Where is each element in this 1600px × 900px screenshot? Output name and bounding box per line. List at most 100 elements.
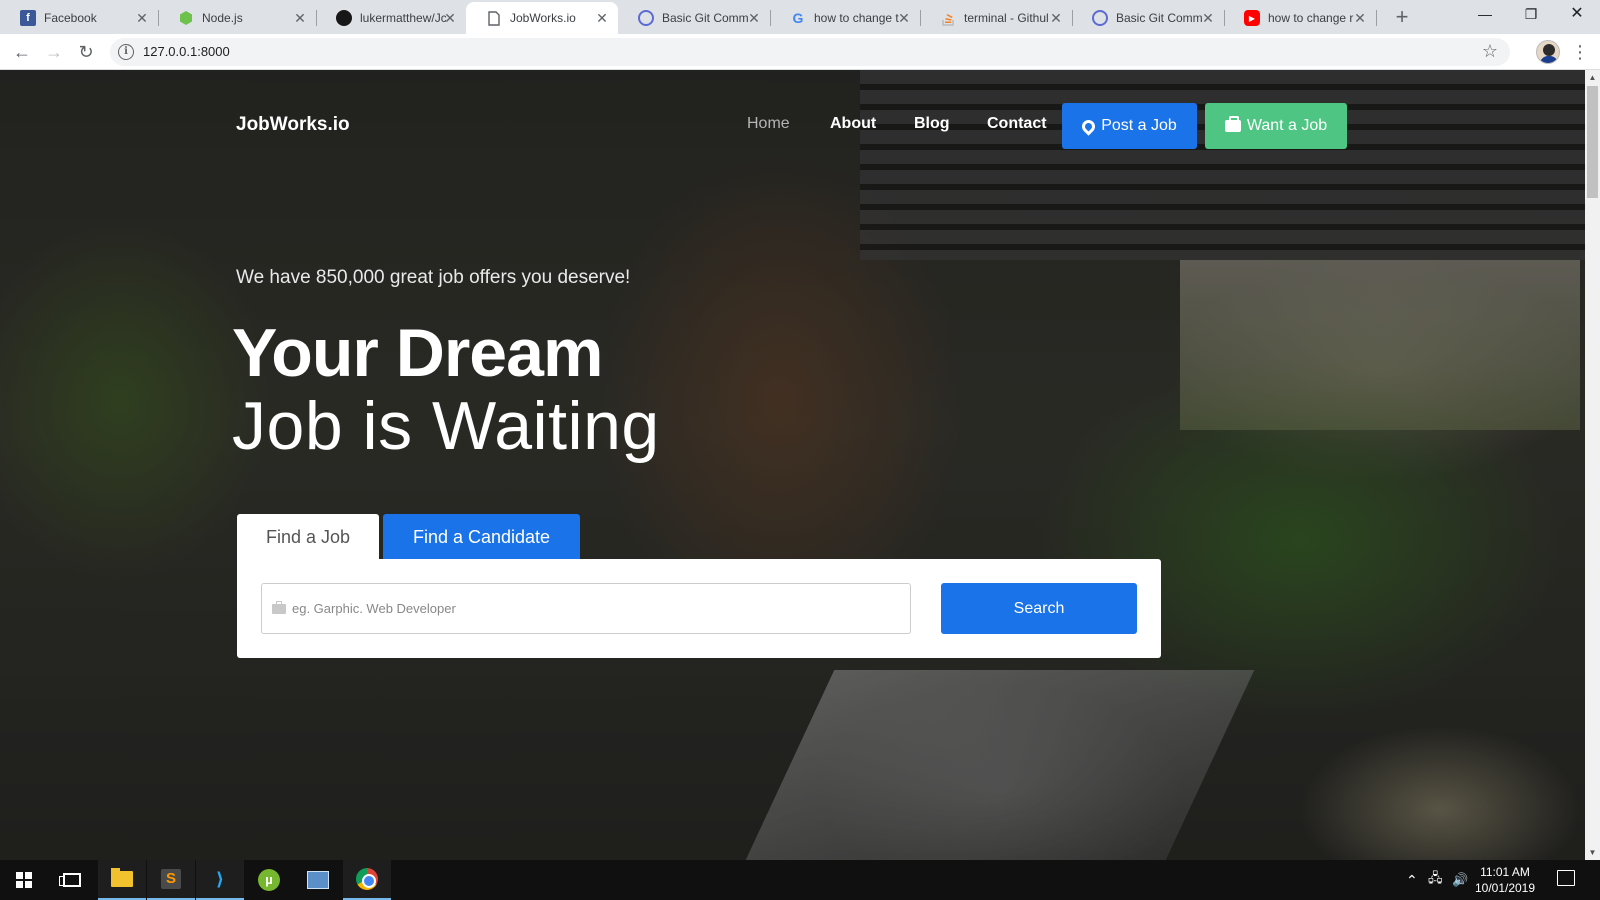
close-tab-icon[interactable]: ✕	[746, 10, 762, 26]
action-center-icon[interactable]	[1557, 870, 1575, 886]
atlassian-icon	[1092, 10, 1108, 26]
job-search-field[interactable]	[261, 583, 911, 634]
tab-title: how to change t	[814, 11, 899, 25]
volume-icon[interactable]: 🔊	[1452, 860, 1468, 900]
close-tab-icon[interactable]: ✕	[1352, 10, 1368, 26]
page-scrollbar[interactable]: ▲ ▼	[1585, 70, 1600, 860]
task-view-icon	[59, 873, 81, 887]
taskbar-remote-desktop[interactable]	[294, 860, 342, 900]
taskbar-chrome[interactable]	[343, 860, 391, 900]
tab-title: Node.js	[202, 11, 243, 25]
tab-find-a-job[interactable]: Find a Job	[237, 514, 379, 560]
tab-find-a-candidate[interactable]: Find a Candidate	[383, 514, 580, 560]
scrollbar-thumb[interactable]	[1587, 86, 1598, 198]
tab-title: JobWorks.io	[510, 11, 576, 25]
profile-avatar[interactable]	[1536, 40, 1560, 64]
nav-link-home[interactable]: Home	[747, 115, 790, 133]
close-tab-icon[interactable]: ✕	[1048, 10, 1064, 26]
clock-date: 10/01/2019	[1474, 881, 1536, 895]
taskbar-file-explorer[interactable]	[98, 860, 146, 900]
nodejs-icon	[178, 10, 194, 26]
vscode-icon: ⟩	[215, 869, 225, 889]
browser-tab-nodejs[interactable]: Node.js ✕	[158, 2, 316, 34]
browser-tab-github[interactable]: lukermatthew/Jc ✕	[316, 2, 466, 34]
taskbar-utorrent[interactable]: µ	[245, 860, 293, 900]
job-search-form: Search	[237, 559, 1161, 658]
search-button[interactable]: Search	[941, 583, 1137, 634]
reload-icon[interactable]: ↻	[72, 38, 100, 66]
want-job-label: Want a Job	[1246, 117, 1328, 134]
nav-link-about[interactable]: About	[830, 115, 876, 133]
job-search-input[interactable]	[292, 601, 882, 616]
close-tab-icon[interactable]: ✕	[134, 10, 150, 26]
browser-menu-icon[interactable]: ⋮	[1570, 38, 1590, 66]
page-icon	[486, 10, 502, 26]
close-tab-icon[interactable]: ✕	[896, 10, 912, 26]
post-job-button[interactable]: Post a Job	[1062, 103, 1197, 149]
tab-title: lukermatthew/Jc	[360, 11, 446, 25]
address-bar[interactable]: i 127.0.0.1:8000 ☆	[110, 38, 1510, 66]
browser-tab-atlassian-2[interactable]: Basic Git Comma ✕	[1072, 2, 1224, 34]
browser-tab-youtube[interactable]: ▶ how to change r ✕	[1224, 2, 1376, 34]
youtube-icon: ▶	[1244, 10, 1260, 26]
github-icon	[336, 10, 352, 26]
briefcase-icon	[272, 600, 286, 614]
bookmark-star-icon[interactable]: ☆	[1482, 41, 1498, 62]
forward-arrow-icon[interactable]: →	[40, 38, 68, 66]
scroll-down-arrow-icon[interactable]: ▼	[1585, 845, 1600, 860]
back-arrow-icon[interactable]: ←	[8, 38, 36, 66]
taskbar-vscode[interactable]: ⟩	[196, 860, 244, 900]
want-job-button[interactable]: Want a Job	[1205, 103, 1347, 149]
browser-tab-stackoverflow[interactable]: terminal - Githul ✕	[920, 2, 1072, 34]
start-button[interactable]	[0, 860, 48, 900]
restore-button[interactable]: ❐	[1508, 0, 1554, 30]
taskbar-sublime-text[interactable]: S	[147, 860, 195, 900]
scroll-up-arrow-icon[interactable]: ▲	[1585, 70, 1600, 85]
atlassian-icon	[638, 10, 654, 26]
chrome-icon	[356, 868, 378, 890]
address-url[interactable]: 127.0.0.1:8000	[143, 44, 230, 59]
info-icon[interactable]: i	[118, 44, 134, 60]
close-tab-icon[interactable]: ✕	[594, 10, 610, 26]
tab-title: how to change r	[1268, 11, 1354, 25]
task-view-button[interactable]	[48, 860, 96, 900]
briefcase-icon	[1224, 116, 1241, 132]
sublime-text-icon: S	[161, 869, 181, 889]
tab-title: terminal - Githul	[964, 11, 1049, 25]
nav-link-blog[interactable]: Blog	[914, 115, 950, 133]
hero-section: JobWorks.io Home About Blog Contact Post…	[0, 70, 1585, 860]
post-job-label: Post a Job	[1101, 117, 1177, 134]
new-tab-button[interactable]: +	[1388, 4, 1416, 32]
nav-link-contact[interactable]: Contact	[987, 115, 1047, 133]
google-icon: G	[792, 10, 804, 26]
minimize-button[interactable]: —	[1462, 0, 1508, 30]
tab-title: Facebook	[44, 11, 97, 25]
close-window-button[interactable]: ✕	[1554, 0, 1600, 30]
map-pin-icon	[1079, 116, 1098, 136]
browser-tab-facebook[interactable]: f Facebook ✕	[0, 2, 158, 34]
tab-title: Basic Git Comma	[662, 11, 748, 25]
utorrent-icon: µ	[258, 869, 280, 891]
show-hidden-icons-chevron-icon[interactable]: ⌃	[1406, 860, 1418, 900]
remote-desktop-icon	[307, 871, 329, 889]
close-tab-icon[interactable]: ✕	[292, 10, 308, 26]
windows-logo-icon	[16, 872, 32, 888]
close-tab-icon[interactable]: ✕	[1200, 10, 1216, 26]
hero-headline-light: Job is Waiting	[232, 388, 660, 464]
browser-tab-strip: f Facebook ✕ Node.js ✕ lukermatthew/Jc ✕…	[0, 0, 1600, 34]
hero-subtitle: We have 850,000 great job offers you des…	[236, 267, 631, 288]
close-tab-icon[interactable]: ✕	[442, 10, 458, 26]
browser-tab-google[interactable]: G how to change t ✕	[770, 2, 920, 34]
facebook-icon: f	[20, 10, 36, 26]
network-icon[interactable]: 🖧	[1428, 860, 1443, 900]
site-logo[interactable]: JobWorks.io	[236, 114, 350, 136]
tab-title: Basic Git Comma	[1116, 11, 1202, 25]
file-explorer-icon	[111, 868, 133, 887]
taskbar-clock[interactable]: 11:01 AM 10/01/2019	[1470, 864, 1540, 896]
hero-headline-bold: Your Dream	[232, 315, 603, 391]
windows-taskbar: S ⟩ µ ⌃ 🖧 🔊 11:01 AM 10/01/2019	[0, 860, 1600, 900]
browser-tab-atlassian[interactable]: Basic Git Comma ✕	[618, 2, 770, 34]
browser-tab-jobworks[interactable]: JobWorks.io ✕	[466, 2, 618, 34]
clock-time: 11:01 AM	[1480, 865, 1530, 879]
stackoverflow-icon	[940, 10, 956, 26]
